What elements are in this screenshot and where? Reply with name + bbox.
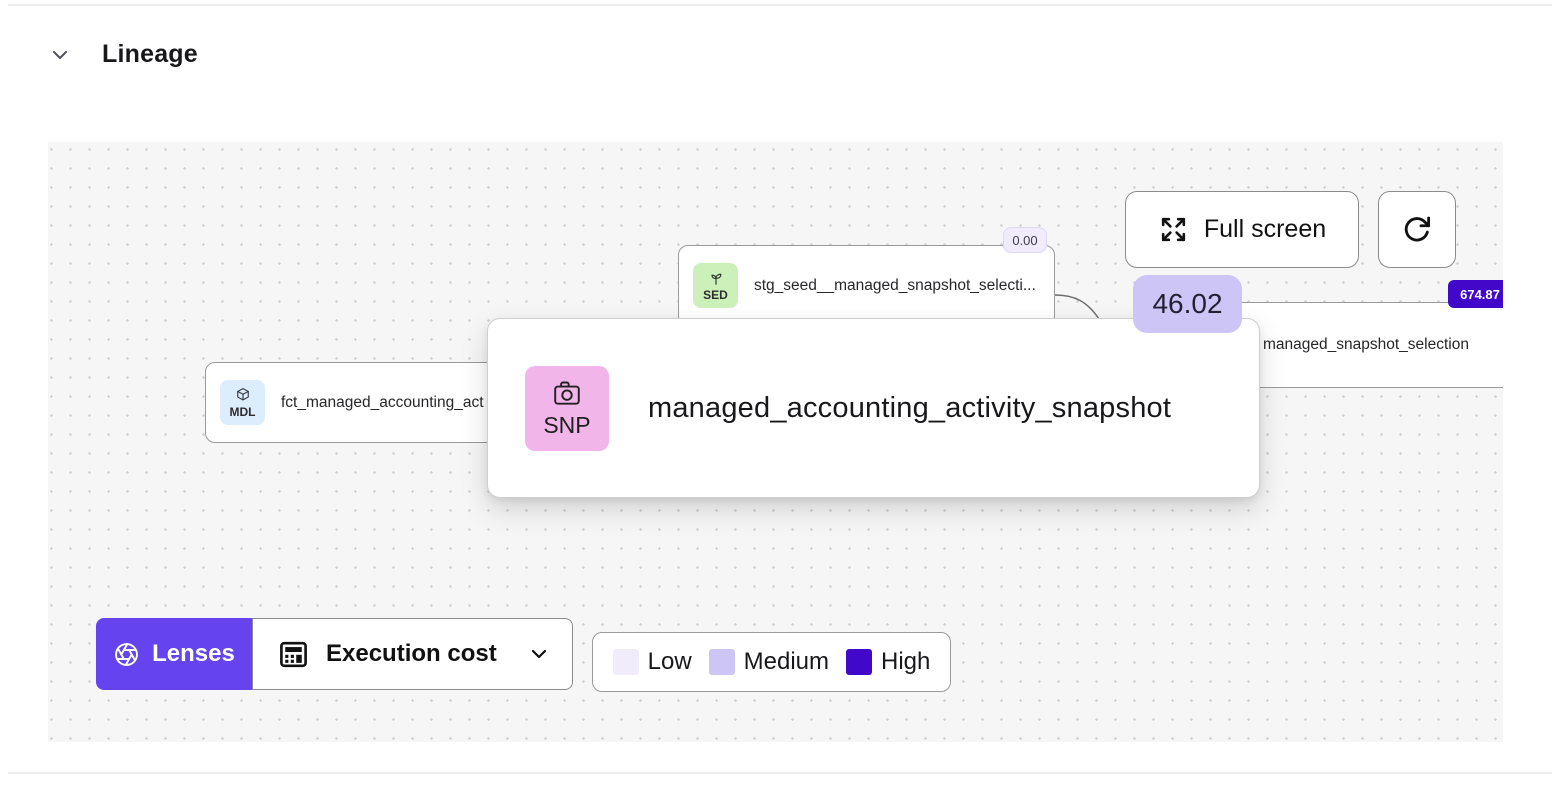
lineage-page: Lineage SED stg_seed__managed_snapshot_s…: [0, 0, 1560, 798]
lineage-canvas[interactable]: SED stg_seed__managed_snapshot_selecti..…: [48, 142, 1503, 742]
refresh-button[interactable]: [1378, 191, 1456, 268]
node-stg-seed[interactable]: SED stg_seed__managed_snapshot_selecti..…: [678, 245, 1055, 326]
lineage-section-header: Lineage: [48, 40, 198, 69]
cost-legend: Low Medium High: [592, 632, 951, 692]
medium-swatch: [708, 649, 735, 675]
seed-type-label: SED: [703, 287, 728, 302]
legend-label: Low: [647, 648, 692, 675]
expand-icon: [1161, 217, 1185, 242]
cost-badge-medium: 46.02: [1133, 275, 1242, 333]
full-screen-button[interactable]: Full screen: [1125, 191, 1359, 268]
selected-lens-label: Execution cost: [326, 640, 497, 667]
snapshot-type-badge: SNP: [525, 365, 609, 451]
camera-icon: [554, 381, 580, 405]
snapshot-type-label: SNP: [543, 411, 591, 438]
legend-item-high: High: [846, 648, 930, 676]
aperture-icon: [115, 642, 139, 666]
legend-label: High: [881, 648, 931, 675]
seedling-icon: [710, 273, 721, 285]
page-title: Lineage: [102, 40, 198, 68]
top-divider: [8, 4, 1552, 6]
model-type-label: MDL: [229, 405, 256, 419]
legend-item-medium: Medium: [708, 648, 830, 676]
lenses-label: Lenses: [152, 640, 235, 667]
high-swatch: [846, 649, 873, 675]
refresh-icon: [1404, 216, 1431, 241]
chevron-down-icon: [531, 649, 547, 659]
seed-type-badge: SED: [693, 263, 738, 308]
legend-label: Medium: [743, 648, 830, 675]
focused-node-title: managed_accounting_activity_snapshot: [648, 391, 1172, 424]
bottom-divider: [8, 772, 1552, 774]
lenses-button[interactable]: Lenses: [96, 618, 252, 690]
collapse-chevron-icon[interactable]: [48, 43, 72, 67]
cost-table-icon: [280, 641, 307, 667]
cost-badge-low: 0.00: [1003, 227, 1047, 253]
legend-item-low: Low: [612, 648, 692, 676]
model-type-badge: MDL: [220, 380, 265, 425]
full-screen-label: Full screen: [1203, 215, 1327, 243]
focused-node-card[interactable]: SNP managed_accounting_activity_snapshot: [487, 318, 1260, 498]
low-swatch: [612, 649, 639, 675]
node-label: stg_seed__managed_snapshot_selecti...: [754, 276, 1036, 294]
cube-icon: [236, 388, 249, 401]
lens-selector[interactable]: Execution cost: [252, 618, 573, 690]
node-label: managed_snapshot_selection: [1263, 336, 1469, 353]
cost-badge-high: 674.87: [1448, 280, 1503, 308]
lenses-bar: Lenses Execution cost: [96, 618, 573, 690]
node-label: fct_managed_accounting_act: [281, 393, 484, 411]
